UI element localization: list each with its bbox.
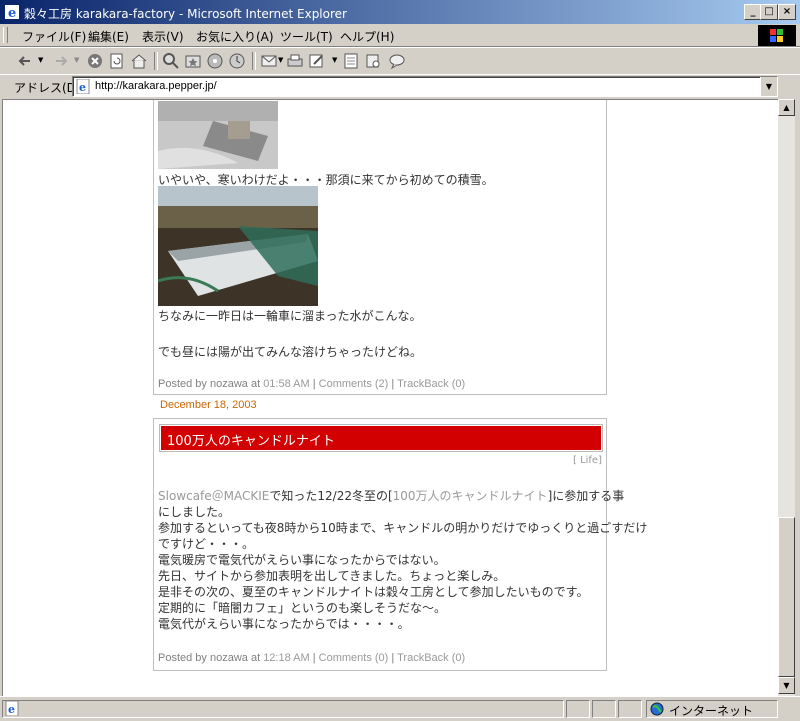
edit-icon[interactable] [308, 52, 326, 70]
address-label: アドレス(D) [14, 81, 81, 95]
wheelbarrow-photo [158, 186, 318, 306]
category-link[interactable]: [ Life] [573, 455, 602, 466]
forward-dropdown-icon[interactable]: ▼ [74, 56, 79, 64]
status-panel [566, 700, 590, 718]
menu-edit[interactable]: 編集(E) [88, 28, 129, 45]
windows-flag-icon [770, 29, 783, 42]
toolbar-separator [252, 52, 256, 70]
menu-tools[interactable]: ツール(T) [280, 28, 333, 45]
menu-bar: ファイル(F) 編集(E) 表示(V) お気に入り(A) ツール(T) ヘルプ(… [0, 24, 800, 47]
post-time-link[interactable]: 12:18 AM [263, 652, 309, 664]
home-icon[interactable] [130, 52, 148, 70]
post-text: ちなみに一昨日は一輪車に溜まった水がこんな。 [158, 309, 422, 323]
search-icon[interactable] [162, 52, 180, 70]
standard-toolbar: ▼ ▼ ▼ ▼ [0, 47, 800, 75]
post-text: 電気代がえらい事になったからでは・・・・。 [158, 617, 410, 631]
post-text: 電気暖房で電気代がえらい事になったからではない。 [158, 553, 446, 567]
edit-dropdown-icon[interactable]: ▼ [332, 56, 337, 64]
forward-arrow-icon[interactable] [52, 52, 70, 70]
post-title[interactable]: 100万人のキャンドルナイト [167, 430, 335, 449]
close-button[interactable]: × [778, 4, 796, 20]
post-text: 先日、サイトから参加表明を出してきました。ちょっと楽しみ。 [158, 569, 506, 583]
page-done-icon: e [5, 701, 19, 716]
post-text: 参加するといっても夜8時から10時まで、キャンドルの明かりだけでゆっくりと過ごす… [158, 521, 648, 535]
page-icon: e [76, 79, 90, 94]
menu-favorites[interactable]: お気に入り(A) [196, 28, 274, 45]
post-title-bar: 100万人のキャンドルナイト [159, 424, 603, 452]
address-input[interactable]: e http://karakara.pepper.jp/ ▼ [72, 76, 778, 97]
svg-text:e: e [79, 81, 86, 94]
page-viewport[interactable]: いやいや、寒いわけだよ・・・那須に来てから初めての積雪。 ちなみに一昨日は一輪車… [2, 99, 779, 696]
window-title: 穀々工房 karakara-factory - Microsoft Intern… [24, 7, 347, 21]
post-text-line: Slowcafe＠MACKIEで知った12/22冬至の[100万人のキャンドルナ… [158, 487, 624, 504]
comments-link[interactable]: Comments (2) [319, 378, 389, 390]
menu-grip[interactable] [3, 27, 8, 43]
stop-icon[interactable] [86, 52, 104, 70]
back-arrow-icon[interactable] [16, 52, 34, 70]
address-dropdown-icon[interactable]: ▼ [760, 77, 777, 96]
candle-night-link[interactable]: 100万人のキャンドルナイト [393, 489, 548, 503]
maximize-button[interactable]: □ [760, 4, 778, 20]
vertical-scrollbar[interactable]: ▲ ▼ [778, 99, 795, 696]
blog-post: いやいや、寒いわけだよ・・・那須に来てから初めての積雪。 ちなみに一昨日は一輪車… [153, 100, 607, 395]
history-icon[interactable] [228, 52, 246, 70]
post-text: ですけど・・・。 [158, 537, 255, 551]
svg-text:e: e [8, 703, 15, 716]
comments-link[interactable]: Comments (0) [319, 652, 389, 664]
windows-logo [758, 25, 796, 46]
messenger-icon[interactable] [388, 52, 406, 70]
snow-photo [158, 101, 278, 169]
post-text: 是非その次の、夏至のキャンドルナイトは穀々工房として参加したいものです。 [158, 585, 589, 599]
discuss-icon[interactable] [342, 52, 360, 70]
post-footer: Posted by nozawa at 12:18 AM | Comments … [158, 652, 466, 664]
print-icon[interactable] [286, 52, 304, 70]
post-text: 定期的に「暗闇カフェ」というのも楽しそうだな〜。 [158, 601, 447, 615]
refresh-icon[interactable] [108, 52, 126, 70]
internet-explorer-icon: e [5, 5, 19, 20]
menu-view[interactable]: 表示(V) [142, 28, 184, 45]
research-icon[interactable] [364, 52, 382, 70]
mail-dropdown-icon[interactable]: ▼ [278, 56, 283, 64]
posted-by-label: Posted by nozawa at [158, 652, 261, 664]
scroll-thumb[interactable] [778, 517, 795, 677]
toolbar-separator [154, 52, 158, 70]
posted-by-label: Posted by nozawa at [158, 378, 261, 390]
menu-file[interactable]: ファイル(F) [22, 28, 86, 45]
status-panel [618, 700, 642, 718]
back-dropdown-icon[interactable]: ▼ [38, 56, 43, 64]
menu-help[interactable]: ヘルプ(H) [340, 28, 394, 45]
post-time-link[interactable]: 01:58 AM [263, 378, 309, 390]
slowcafe-link[interactable]: Slowcafe＠MACKIE [158, 489, 269, 503]
scroll-up-icon[interactable]: ▲ [778, 99, 795, 116]
post-text: でも昼には陽が出てみんな溶けちゃったけどね。 [158, 345, 423, 359]
mail-icon[interactable] [260, 52, 278, 70]
security-zone-panel[interactable]: インターネット [646, 700, 778, 718]
svg-text:e: e [8, 6, 16, 20]
post-text: にしました。 [158, 505, 231, 519]
status-panel [592, 700, 616, 718]
trackback-link[interactable]: TrackBack (0) [397, 378, 465, 390]
security-zone-label: インターネット [669, 704, 754, 718]
favorites-icon[interactable] [184, 52, 202, 70]
post-footer: Posted by nozawa at 01:58 AM | Comments … [158, 378, 466, 390]
window-title-bar[interactable]: e 穀々工房 karakara-factory - Microsoft Inte… [0, 0, 800, 24]
address-url[interactable]: http://karakara.pepper.jp/ [95, 80, 217, 92]
post-text-segment: で知った12/22冬至の[ [269, 489, 393, 503]
globe-icon [650, 702, 664, 716]
status-text-panel: e [2, 700, 564, 718]
date-heading: December 18, 2003 [160, 399, 257, 411]
blog-post: 100万人のキャンドルナイト [ Life] Slowcafe＠MACKIEで知… [153, 418, 647, 671]
status-bar: e インターネット [0, 696, 800, 721]
scroll-down-icon[interactable]: ▼ [778, 677, 795, 694]
post-text-segment: ]に参加する事 [547, 489, 625, 503]
trackback-link[interactable]: TrackBack (0) [397, 652, 465, 664]
address-bar: アドレス(D) e http://karakara.pepper.jp/ ▼ [0, 74, 800, 98]
media-icon[interactable] [206, 52, 224, 70]
